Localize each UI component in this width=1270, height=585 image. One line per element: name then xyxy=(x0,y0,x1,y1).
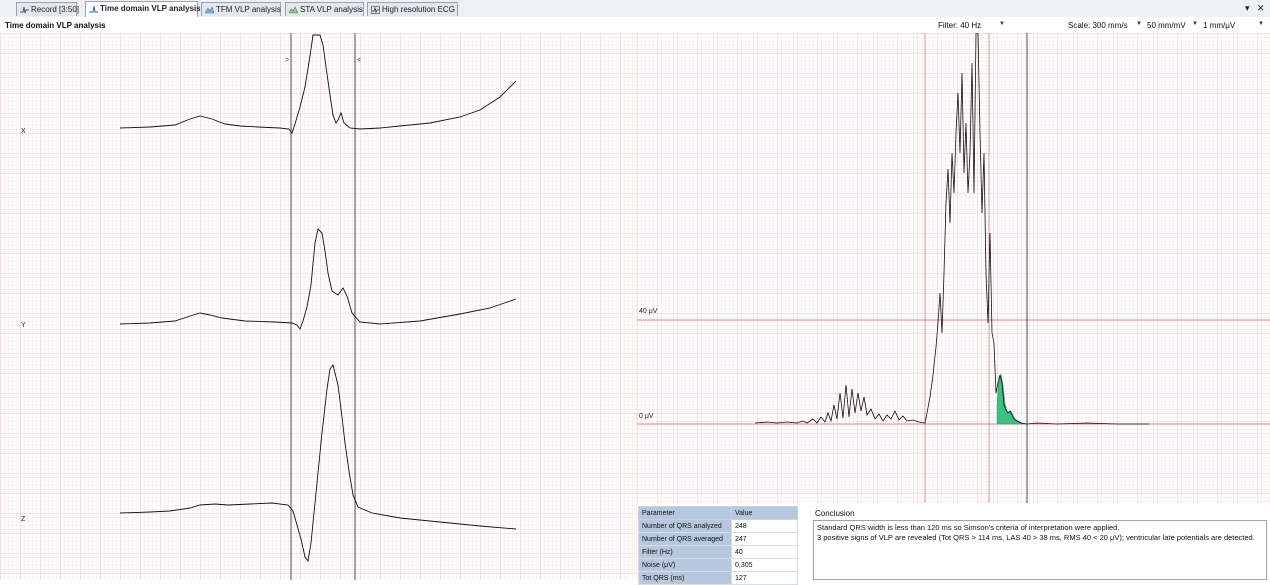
conclusion-label: Conclusion xyxy=(815,509,855,518)
vector-scale-dropdown-icon[interactable]: ▼ xyxy=(1258,21,1264,27)
param-name: Tot QRS (ms) xyxy=(638,571,732,585)
param-value: 247 xyxy=(731,532,798,546)
vector-scale-select[interactable]: 1 mm/μV xyxy=(1203,21,1235,30)
ecg-leads-canvas: > < X Y Z xyxy=(0,33,637,580)
view-header: Time domain VLP analysis Filter: 40 Hz ▼… xyxy=(0,17,1270,33)
vm-grid-major xyxy=(637,33,1270,503)
param-value: 248 xyxy=(731,519,798,533)
page-title: Time domain VLP analysis xyxy=(5,21,106,30)
tab-sta[interactable]: STA VLP analysis xyxy=(285,2,364,16)
tab-record[interactable]: Record [3:50] xyxy=(16,2,80,16)
lead-z-label: Z xyxy=(21,516,26,523)
tfm-surface-icon xyxy=(205,6,214,14)
param-value: 40 xyxy=(731,545,798,559)
conclusion-text-box[interactable]: Standard QRS width is less than 120 ms s… xyxy=(813,520,1267,580)
param-name: Filter (Hz) xyxy=(638,545,732,559)
tab-tfm[interactable]: TFM VLP analysis xyxy=(201,2,281,16)
table-row[interactable]: Number of QRS averaged 247 xyxy=(638,532,798,546)
conclusion-line-2: 3 positive signs of VLP are revealed (To… xyxy=(817,533,1255,542)
tab-tfm-label: TFM VLP analysis xyxy=(216,5,281,14)
param-value: 127 xyxy=(731,571,798,585)
sta-surface-icon xyxy=(289,6,298,14)
scale-dropdown-icon[interactable]: ▼ xyxy=(1136,21,1142,27)
vlp-wave-icon xyxy=(89,5,98,13)
tab-time-domain-label: Time domain VLP analysis xyxy=(100,4,201,13)
param-name: Noise (μV) xyxy=(638,558,732,572)
table-header-row: Parameter Value xyxy=(638,506,798,520)
parameters-table: Parameter Value Number of QRS analyzed 2… xyxy=(638,506,798,585)
level-0-label: 0 μV xyxy=(639,413,654,420)
tab-sta-label: STA VLP analysis xyxy=(300,5,363,14)
offset-handle-icon[interactable]: < xyxy=(357,57,361,64)
amplitude-dropdown-icon[interactable]: ▼ xyxy=(1192,21,1198,27)
tab-menu-button[interactable]: ▾ xyxy=(1245,3,1250,13)
vector-magnitude-canvas: 40 μV 0 μV xyxy=(637,32,1270,503)
ecg-grid-icon xyxy=(371,6,380,14)
ecg-leads-panel: > < X Y Z xyxy=(0,33,637,580)
close-icon[interactable]: ✕ xyxy=(1257,3,1265,13)
tab-hr-ecg[interactable]: High resolution ECG xyxy=(367,2,458,16)
ecg-record-icon xyxy=(20,6,29,14)
scale-select[interactable]: Scale: 300 mm/s xyxy=(1068,21,1128,30)
conclusion-line-1: Standard QRS width is less than 120 ms s… xyxy=(817,523,1120,532)
grid-major xyxy=(0,33,637,580)
lead-x-label: X xyxy=(21,128,26,135)
table-row[interactable]: Filter (Hz) 40 xyxy=(638,545,798,559)
level-40-label: 40 μV xyxy=(639,308,658,315)
amplitude-scale-select[interactable]: 50 mm/mV xyxy=(1147,21,1186,30)
param-name: Number of QRS analyzed xyxy=(638,519,732,533)
tab-hr-ecg-label: High resolution ECG xyxy=(382,5,455,14)
lead-y-label: Y xyxy=(21,322,26,329)
filter-label: Filter: 40 Hz xyxy=(938,21,982,30)
filter-dropdown-icon[interactable]: ▼ xyxy=(999,21,1005,27)
table-row[interactable]: Noise (μV) 0,305 xyxy=(638,558,798,572)
column-header-value[interactable]: Value xyxy=(731,506,798,520)
tab-time-domain[interactable]: Time domain VLP analysis xyxy=(85,1,201,17)
column-header-parameter[interactable]: Parameter xyxy=(638,506,732,520)
onset-handle-icon[interactable]: > xyxy=(285,57,289,64)
table-row[interactable]: Number of QRS analyzed 248 xyxy=(638,519,798,533)
table-row[interactable]: Tot QRS (ms) 127 xyxy=(638,571,798,585)
param-value: 0,305 xyxy=(731,558,798,572)
tab-bar: Record [3:50] Time domain VLP analysis T… xyxy=(0,0,1270,18)
tab-record-label: Record [3:50] xyxy=(31,5,80,14)
vector-magnitude-panel: 40 μV 0 μV xyxy=(637,32,1270,503)
param-name: Number of QRS averaged xyxy=(638,532,732,546)
